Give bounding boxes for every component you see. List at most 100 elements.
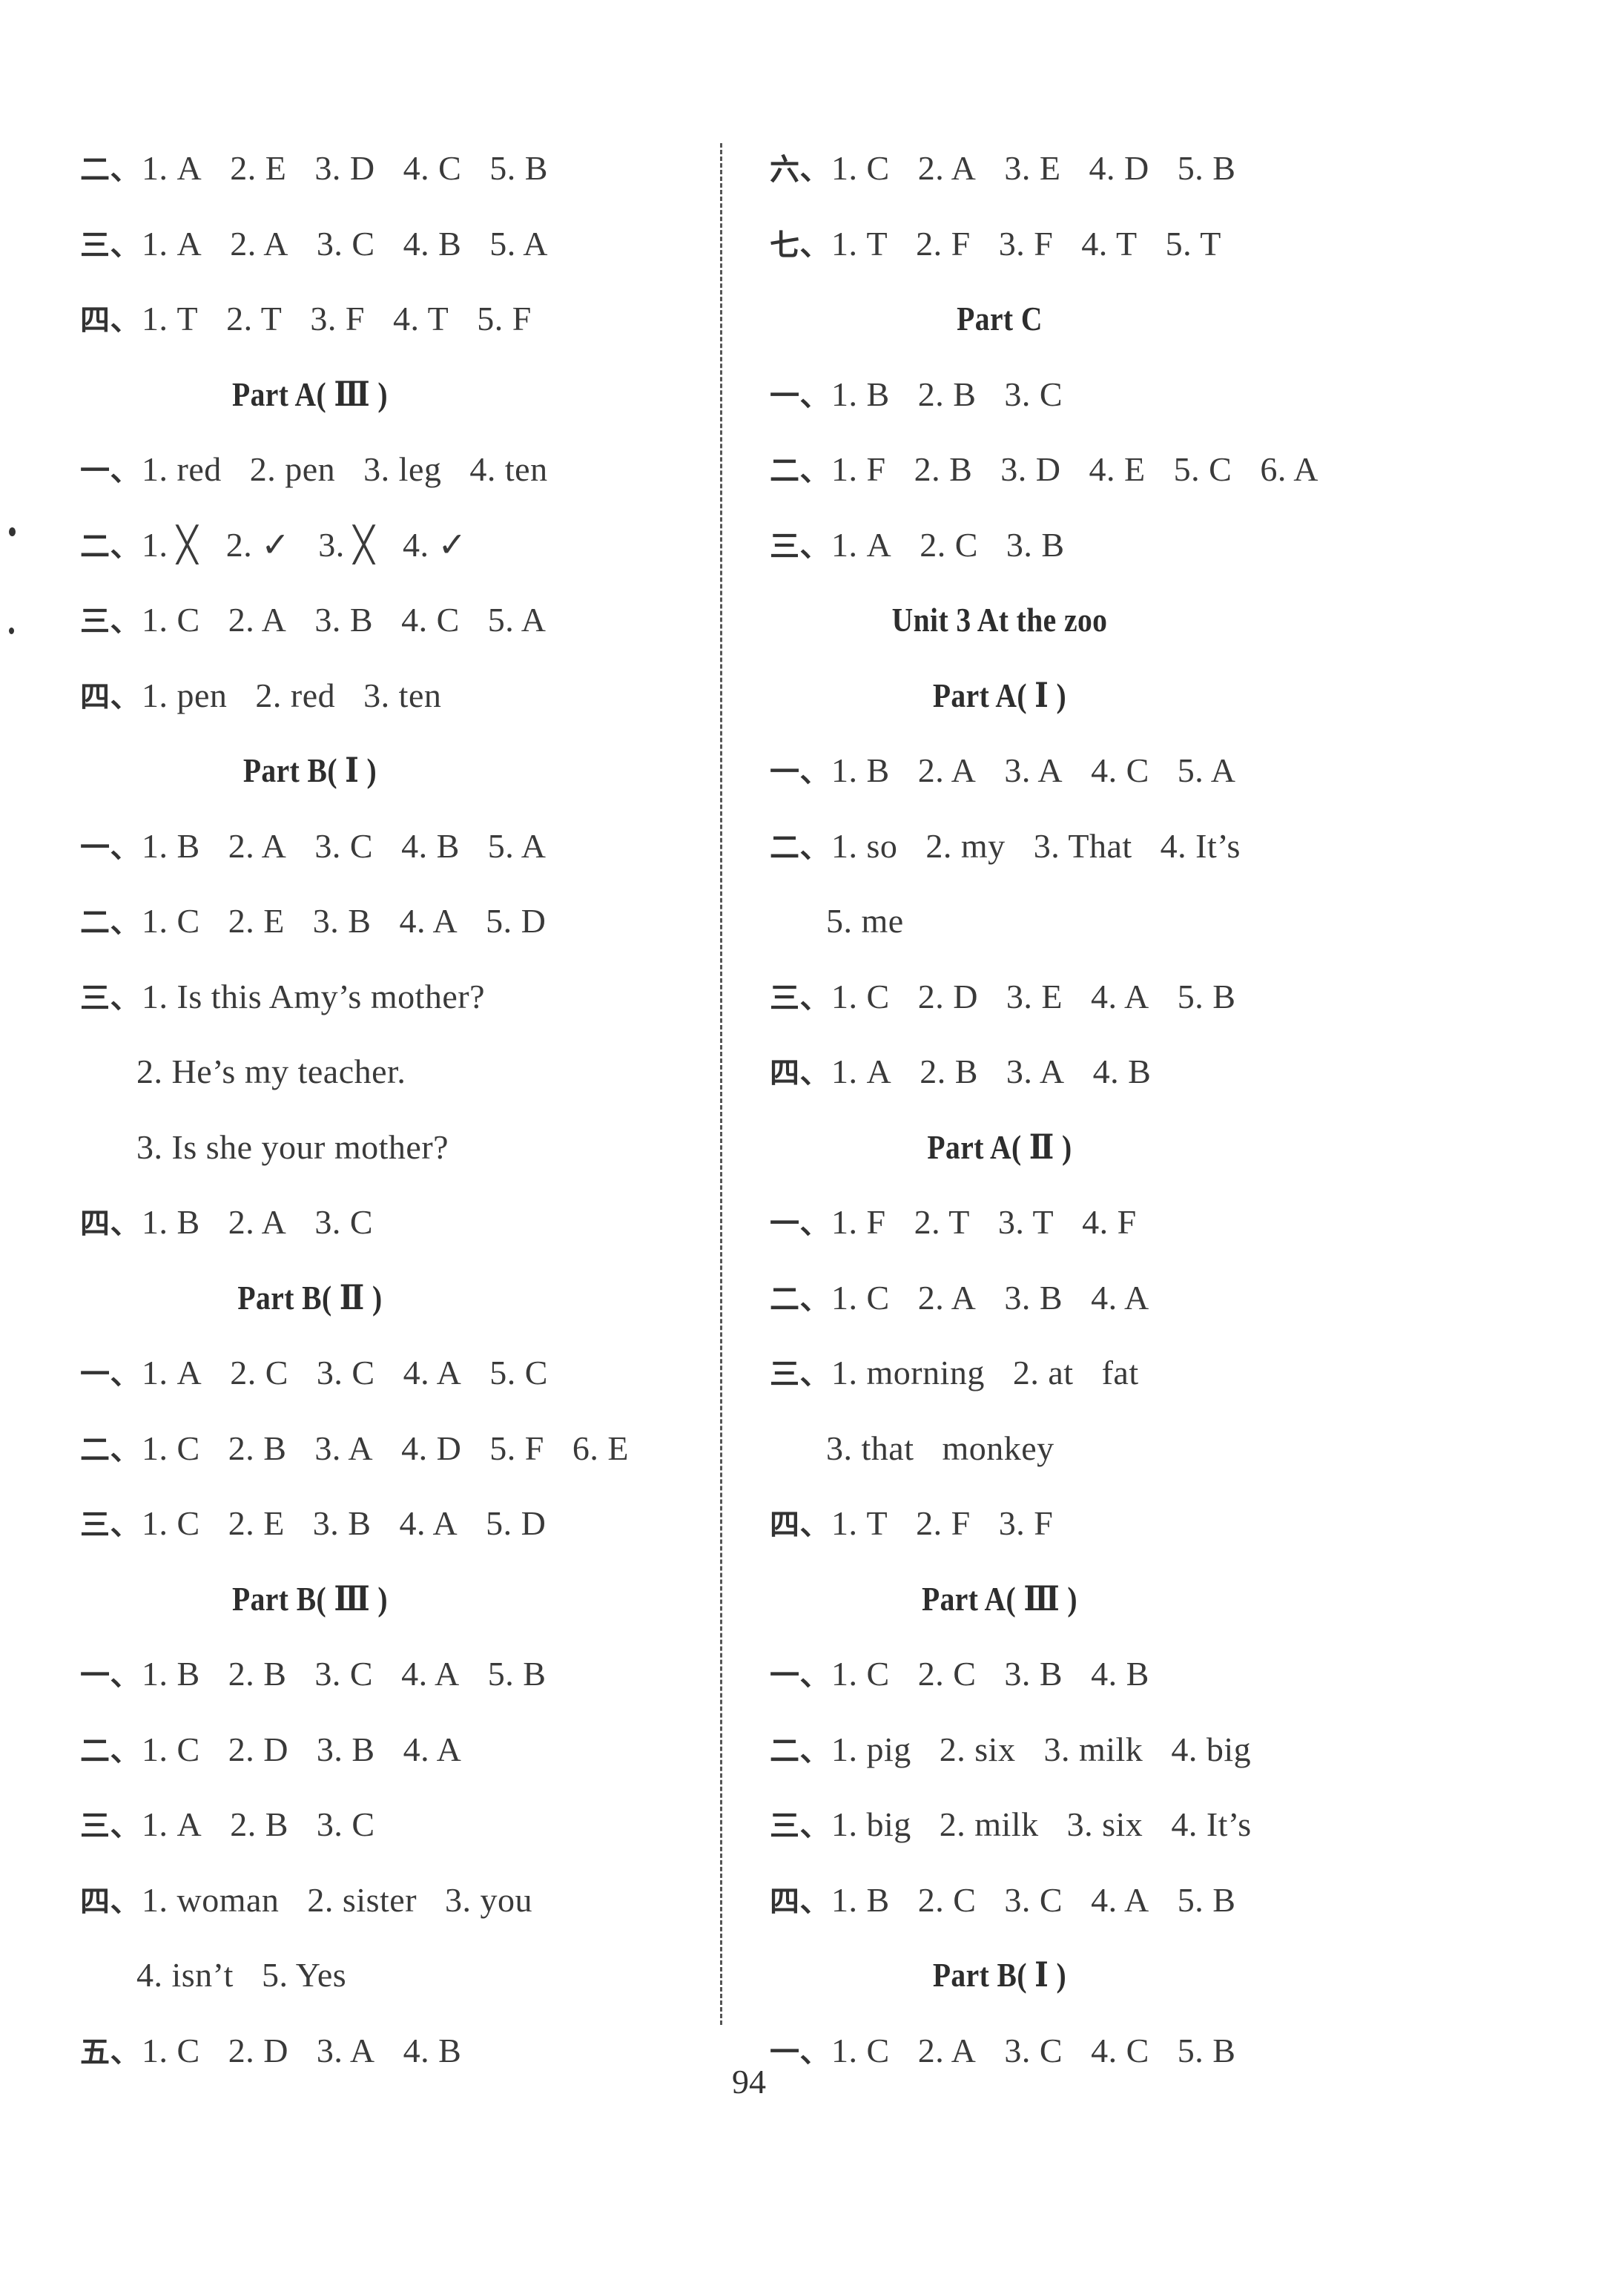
answer-item: 1. C bbox=[142, 1730, 200, 1768]
answer-row: 一、1. red 2. pen 3. leg 4. ten bbox=[80, 432, 718, 507]
answer-item: 4. B bbox=[1091, 1655, 1149, 1693]
answer-item: 1. A bbox=[142, 1354, 202, 1391]
answer-list: 1. big 2. milk 3. six 4. It’s bbox=[831, 1805, 1252, 1843]
question-number: 一、 bbox=[770, 1658, 830, 1693]
answer-item: 5. F bbox=[489, 1429, 544, 1467]
question-number: 三、 bbox=[80, 228, 140, 263]
answer-item: 2. red bbox=[255, 676, 336, 714]
answer-item: 3. C bbox=[1004, 375, 1063, 413]
right-column: 六、1. C 2. A 3. E 4. D 5. B 七、1. T 2. F 3. F 4. T… bbox=[770, 131, 1407, 2088]
answer-row: 二、1. C 2. E 3. B 4. A 5. D bbox=[80, 883, 718, 959]
answer-item: 2. D bbox=[917, 977, 978, 1015]
answer-list: 3. that monkey bbox=[826, 1429, 1054, 1467]
answer-list: 1. C 2. E 3. B 4. A 5. D bbox=[142, 1504, 546, 1542]
question-number: 二、 bbox=[770, 454, 830, 488]
answer-row: 二、1. A 2. E 3. D 4. C 5. B bbox=[80, 131, 718, 206]
answer-item: 6. A bbox=[1260, 450, 1318, 488]
answer-item: 2. B bbox=[917, 375, 977, 413]
margin-speck bbox=[9, 628, 14, 634]
answer-list: 1. A 2. C 3. C 4. A 5. C bbox=[142, 1354, 548, 1391]
answer-item: 2. my bbox=[925, 826, 1006, 865]
answer-item: 2. A bbox=[917, 2031, 977, 2069]
answer-item: 4. ✓ bbox=[402, 525, 467, 564]
answer-item: 2. C bbox=[917, 1655, 977, 1693]
answer-item: 1. B bbox=[142, 1203, 200, 1241]
answer-item: 5. C bbox=[1173, 450, 1232, 488]
answer-item: 4. A bbox=[1091, 977, 1149, 1015]
answer-list: 1. B 2. A 3. C 4. B 5. A bbox=[142, 827, 546, 865]
section-heading: Part B( Ⅰ ) bbox=[242, 751, 377, 789]
answer-list: 2. He’s my teacher. bbox=[136, 1053, 406, 1090]
answer-item: 6. E bbox=[572, 1429, 629, 1467]
answer-item: 4. T bbox=[392, 300, 449, 337]
answer-list: 4. isn’t 5. Yes bbox=[136, 1956, 346, 1994]
answer-item: 4. It’s bbox=[1171, 1805, 1252, 1843]
answer-item: 5. Yes bbox=[261, 1956, 347, 1994]
answer-item: 2. F bbox=[916, 1504, 971, 1542]
answer-row: 四、1. pen 2. red 3. ten bbox=[80, 658, 718, 734]
answer-list: 1. A 2. B 3. A 4. B bbox=[831, 1053, 1151, 1090]
column-divider bbox=[720, 143, 722, 2025]
answer-list: 1. pen 2. red 3. ten bbox=[142, 676, 441, 714]
question-number: 三、 bbox=[770, 1809, 830, 1843]
answer-item: 1. B bbox=[831, 751, 890, 789]
answer-item: 3. B bbox=[1004, 1278, 1063, 1317]
answer-item: 1. C bbox=[142, 601, 200, 639]
answer-row: 七、1. T 2. F 3. F 4. T 5. T bbox=[770, 206, 1407, 282]
question-number: 三、 bbox=[770, 529, 830, 564]
answer-item: 4. A bbox=[1091, 1880, 1149, 1919]
question-number: 一、 bbox=[80, 1658, 140, 1693]
answer-item: 3. C bbox=[1004, 1880, 1063, 1919]
answer-item: 2. B bbox=[920, 1053, 978, 1090]
answer-item: 2. ✓ bbox=[225, 525, 291, 564]
answer-item: 1. red bbox=[142, 450, 222, 488]
question-number: 七、 bbox=[770, 228, 830, 263]
answer-item: 4. B bbox=[403, 224, 462, 263]
answer-item: 1. A bbox=[831, 1053, 892, 1090]
answer-item: 3. A bbox=[1006, 1053, 1065, 1090]
section-heading: Part A( Ⅲ ) bbox=[921, 1579, 1077, 1618]
section-heading: Part A( Ⅰ ) bbox=[932, 676, 1067, 714]
question-number: 一、 bbox=[770, 378, 830, 413]
answer-item: 3. six bbox=[1066, 1805, 1143, 1843]
answer-row: 四、1. A 2. B 3. A 4. B bbox=[770, 1034, 1407, 1110]
answer-list: 1. T 2. F 3. F 4. T 5. T bbox=[831, 225, 1221, 263]
answer-list: 1. B 2. B 3. C bbox=[831, 375, 1063, 413]
question-number: 四、 bbox=[80, 1207, 140, 1241]
answer-item: 4. C bbox=[403, 149, 462, 187]
answer-list: 1. pig 2. six 3. milk 4. big bbox=[831, 1730, 1251, 1768]
answer-list: 1. B 2. B 3. C 4. A 5. B bbox=[142, 1655, 546, 1693]
answer-item: 3. C bbox=[314, 1203, 374, 1241]
answer-item: 4. D bbox=[1089, 149, 1149, 187]
answer-item: 2. C bbox=[920, 525, 978, 564]
answer-item: 5. B bbox=[489, 149, 548, 187]
answer-item: 4. isn’t bbox=[136, 1956, 234, 1994]
answer-item: 5. A bbox=[487, 826, 547, 865]
question-number: 二、 bbox=[80, 529, 140, 564]
answer-row: 三、1. C 2. A 3. B 4. C 5. A bbox=[80, 582, 718, 658]
answer-item: 5. T bbox=[1165, 224, 1221, 263]
question-number: 四、 bbox=[80, 303, 140, 337]
answer-item: 3. B bbox=[312, 1504, 372, 1542]
answer-row: 四、1. B 2. A 3. C bbox=[80, 1185, 718, 1260]
answer-item: 1. C bbox=[831, 149, 890, 187]
answer-item: 3. C bbox=[316, 1354, 375, 1391]
answer-item: 1. T bbox=[831, 1504, 888, 1542]
answer-item: 2. E bbox=[230, 149, 287, 187]
answer-row-continuation: 3. Is she your mother? bbox=[80, 1110, 718, 1185]
answer-item: 3. leg bbox=[363, 450, 442, 488]
answer-list: 1. C 2. A 3. C 4. C 5. B bbox=[831, 2032, 1235, 2069]
answer-row: 一、1. C 2. C 3. B 4. B bbox=[770, 1636, 1407, 1712]
answer-row-continuation: 5. me bbox=[770, 883, 1407, 959]
answer-row: 一、1. B 2. A 3. C 4. B 5. A bbox=[80, 808, 718, 884]
answer-item: 4. T bbox=[1081, 224, 1138, 263]
answer-item: 1. T bbox=[831, 224, 888, 263]
answer-row-continuation: 4. isn’t 5. Yes bbox=[80, 1937, 718, 2013]
answer-list: 1. A 2. A 3. C 4. B 5. A bbox=[142, 225, 548, 263]
answer-item: 3. A bbox=[1004, 751, 1063, 789]
answer-row: 三、1. C 2. E 3. B 4. A 5. D bbox=[80, 1486, 718, 1561]
answer-item: 1. A bbox=[142, 1805, 202, 1843]
answer-item: 2. milk bbox=[939, 1805, 1039, 1843]
answer-item: 3. B bbox=[316, 1730, 375, 1768]
question-number: 四、 bbox=[770, 1884, 830, 1919]
